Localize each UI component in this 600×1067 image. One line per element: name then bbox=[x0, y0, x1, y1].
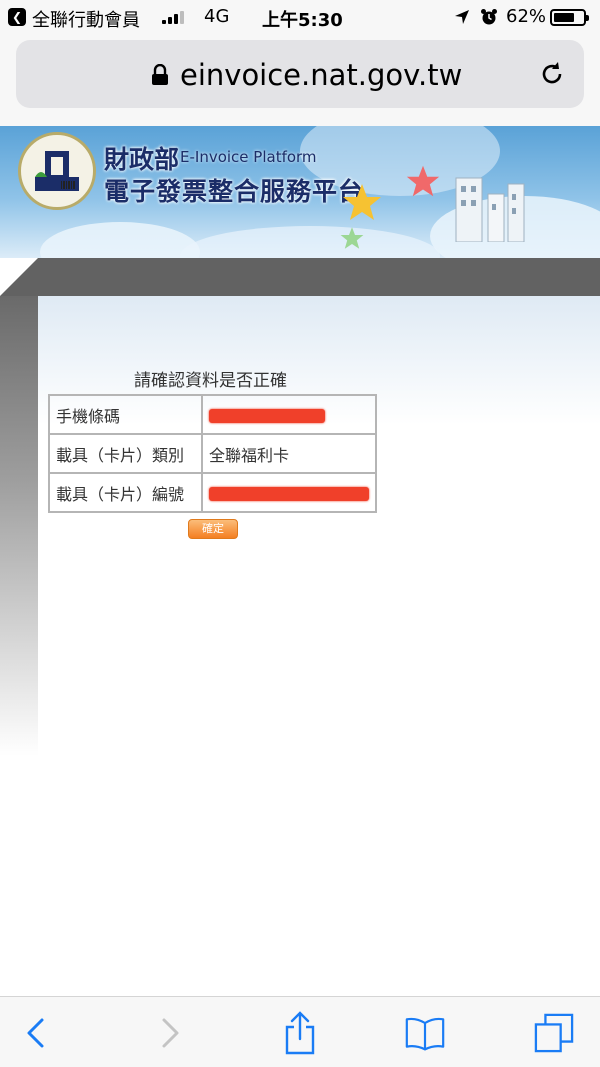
table-row: 手機條碼 bbox=[48, 394, 377, 435]
network-type: 4G bbox=[204, 6, 230, 27]
carrier-type-value: 全聯福利卡 bbox=[201, 433, 377, 474]
pink-star-decoration bbox=[406, 165, 440, 197]
confirm-title: 請確認資料是否正確 bbox=[134, 371, 287, 391]
back-icon[interactable] bbox=[16, 1013, 56, 1053]
location-arrow-icon bbox=[455, 10, 469, 24]
status-bar: ❮ 全聯行動會員 4G 上午5:30 62% bbox=[0, 0, 600, 34]
platform-name-zh: 電子發票整合服務平台 bbox=[104, 177, 365, 206]
lock-icon bbox=[152, 64, 168, 85]
browser-toolbar bbox=[0, 996, 600, 1067]
redacted-value bbox=[209, 486, 369, 501]
signal-strength-icon bbox=[162, 10, 184, 24]
carrier-number-label: 載具（卡片）編號 bbox=[48, 472, 203, 513]
redacted-value bbox=[209, 408, 325, 423]
table-row: 載具（卡片）類別 全聯福利卡 bbox=[48, 433, 377, 474]
share-icon[interactable] bbox=[280, 1011, 320, 1055]
alarm-clock-icon bbox=[481, 9, 497, 25]
table-row: 載具（卡片）編號 bbox=[48, 472, 377, 513]
green-star-decoration bbox=[340, 227, 364, 249]
carrier-number-value bbox=[201, 472, 377, 513]
mobile-barcode-value bbox=[201, 394, 377, 435]
confirm-table: 手機條碼 載具（卡片）類別 全聯福利卡 載具（卡片）編號 bbox=[48, 394, 377, 513]
browser-address-area: einvoice.nat.gov.tw bbox=[0, 34, 600, 126]
forward-icon[interactable] bbox=[150, 1013, 190, 1053]
platform-name-en: E-Invoice Platform bbox=[180, 148, 317, 166]
clock: 上午5:30 bbox=[262, 10, 343, 31]
ministry-name: 財政部 bbox=[104, 145, 180, 174]
buildings-decoration bbox=[455, 177, 525, 242]
bookmarks-icon[interactable] bbox=[405, 1013, 445, 1053]
address-bar[interactable]: einvoice.nat.gov.tw bbox=[16, 40, 584, 108]
yellow-star-decoration bbox=[343, 184, 381, 220]
url-text[interactable]: einvoice.nat.gov.tw bbox=[180, 58, 462, 92]
confirm-button[interactable]: 確定 bbox=[188, 519, 238, 539]
battery-level bbox=[554, 13, 574, 22]
ministry-seal-logo[interactable] bbox=[18, 132, 96, 210]
main-content: 請確認資料是否正確 手機條碼 載具（卡片）類別 全聯福利卡 載具（卡片）編號 確… bbox=[38, 296, 600, 756]
reload-icon[interactable] bbox=[538, 60, 566, 88]
back-arrow-icon[interactable]: ❮ bbox=[8, 8, 26, 26]
site-banner: 財政部 E-Invoice Platform 電子發票整合服務平台 bbox=[0, 126, 600, 258]
page-frame-side bbox=[0, 296, 38, 756]
carrier-type-label: 載具（卡片）類別 bbox=[48, 433, 203, 474]
battery-icon bbox=[550, 9, 589, 26]
mobile-barcode-label: 手機條碼 bbox=[48, 394, 203, 435]
page-frame-bar bbox=[0, 258, 600, 296]
carrier-name[interactable]: 全聯行動會員 bbox=[32, 6, 140, 32]
battery-percent: 62% bbox=[506, 6, 547, 27]
tabs-icon[interactable] bbox=[534, 1013, 574, 1053]
